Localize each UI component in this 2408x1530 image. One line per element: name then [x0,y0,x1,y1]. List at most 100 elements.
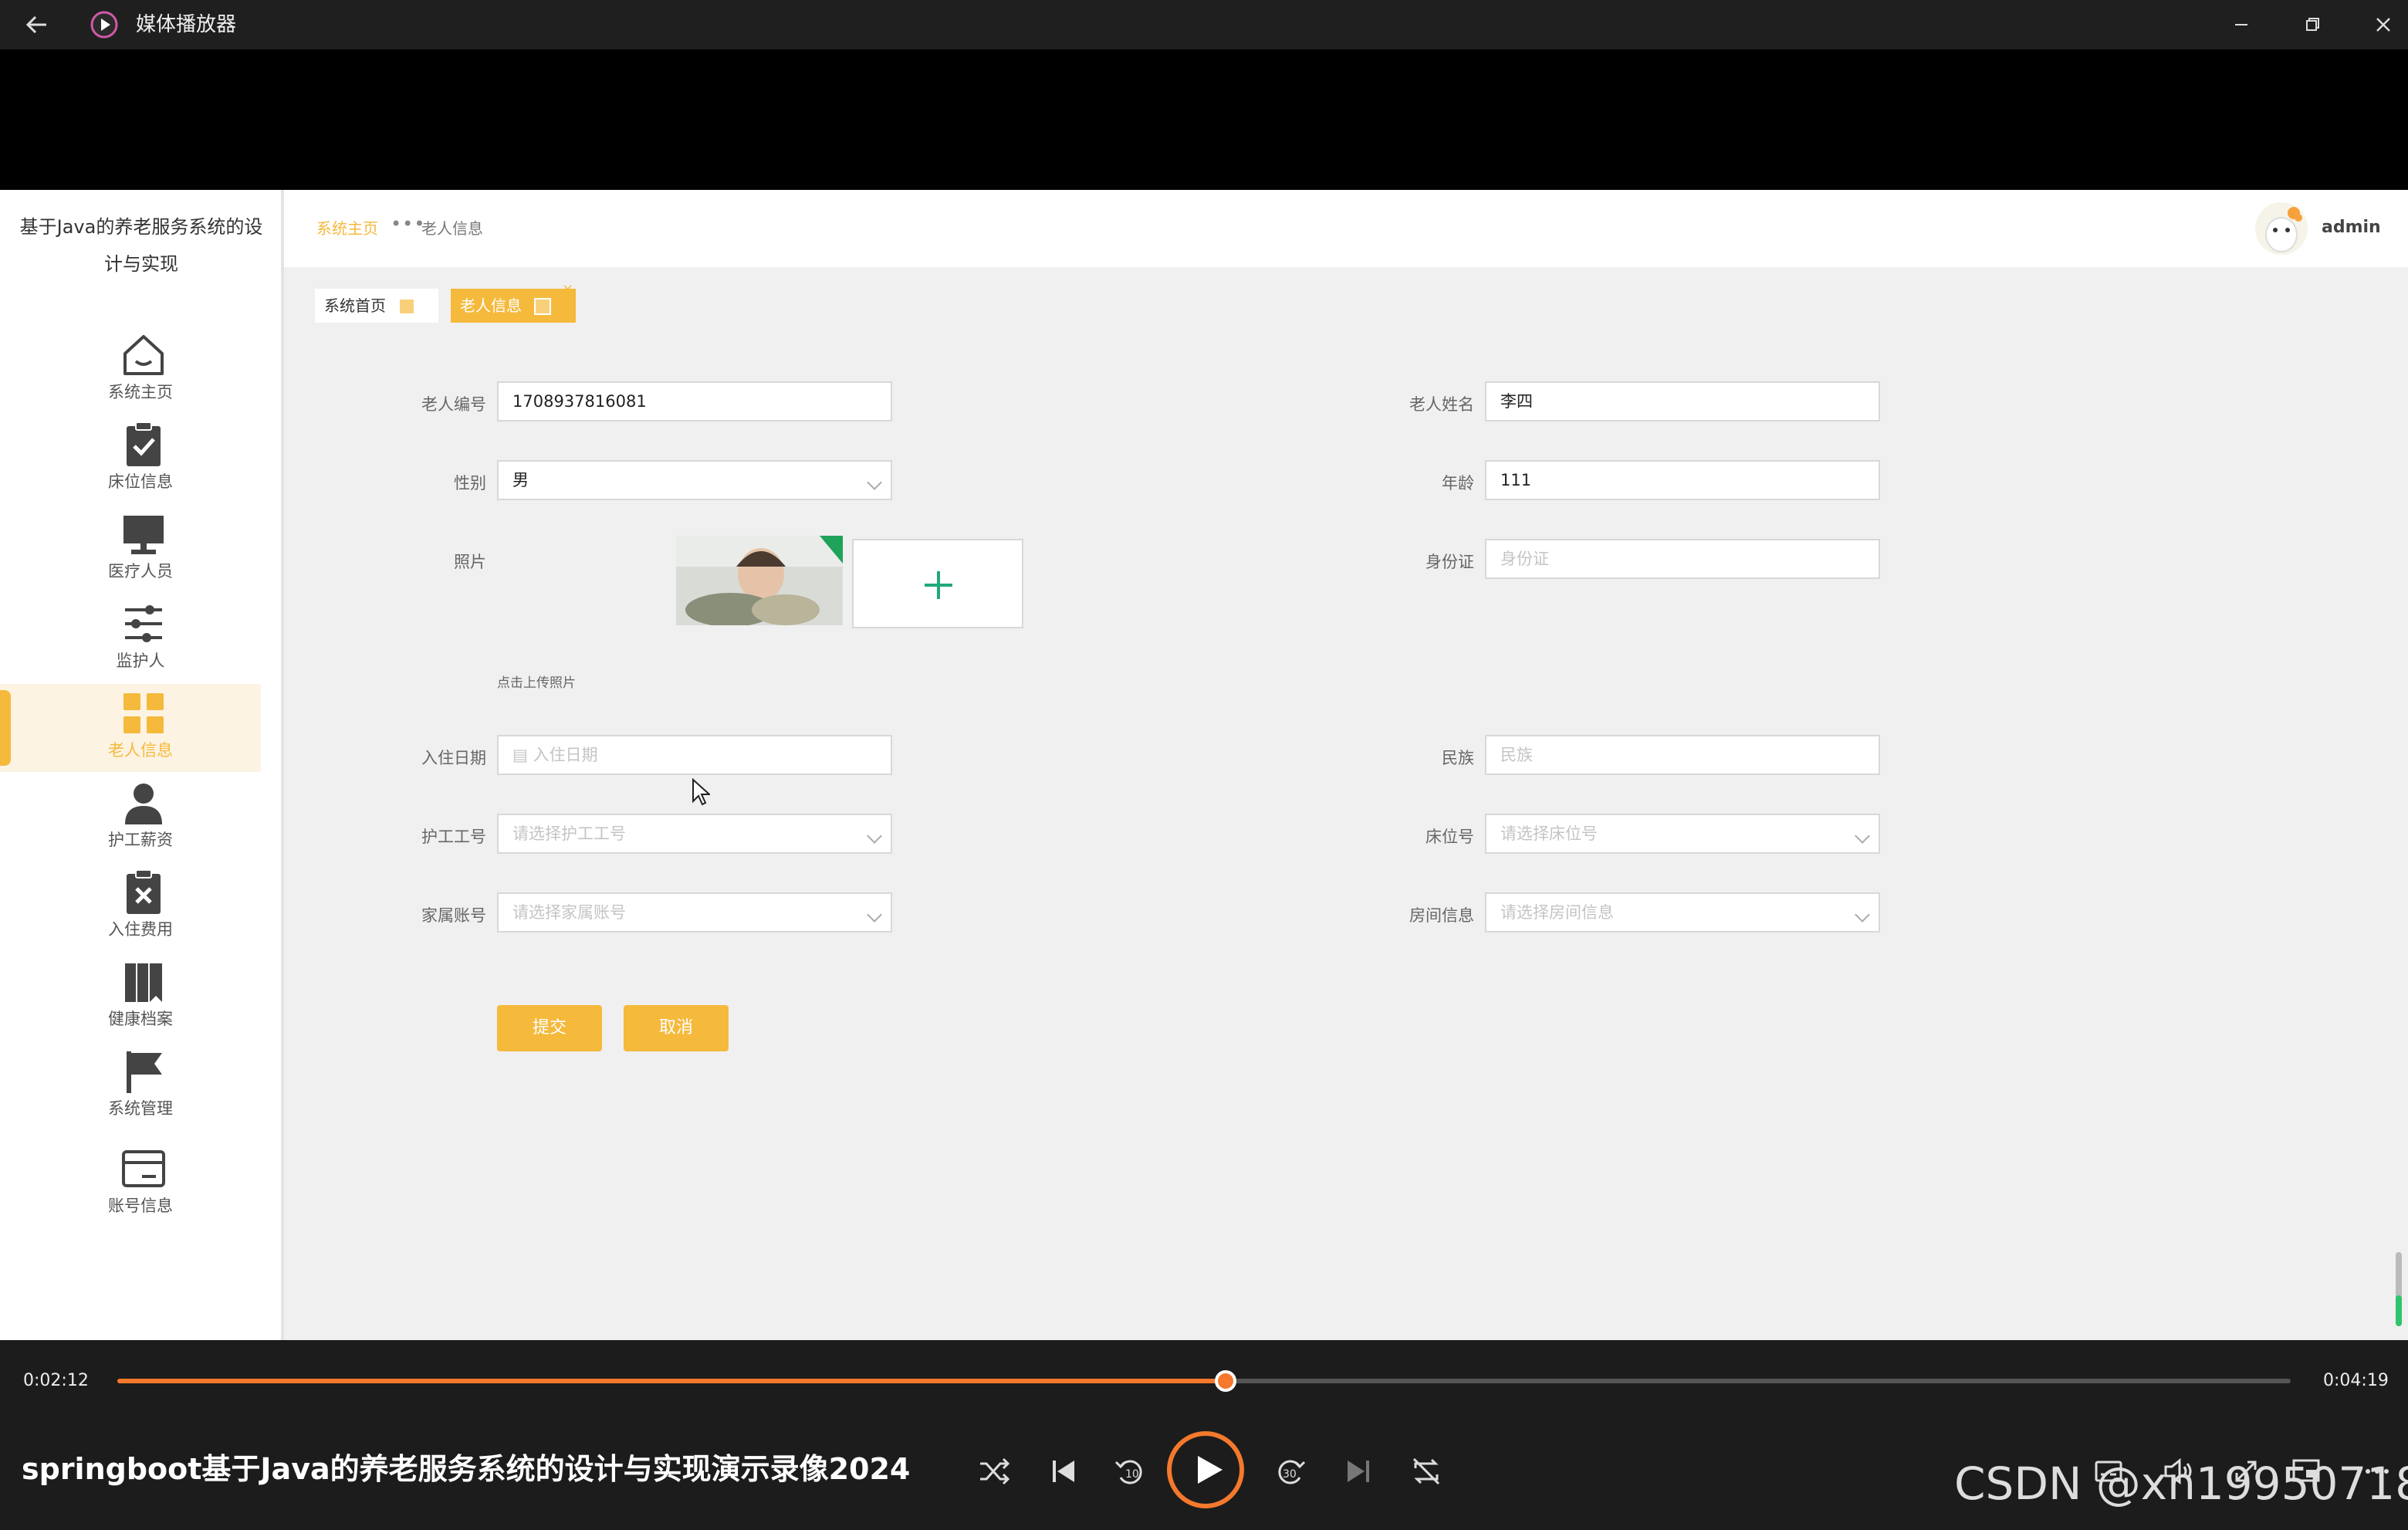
clipboard-check-icon [127,421,161,466]
seek-bar-handle[interactable] [1215,1370,1237,1392]
current-time: 0:02:12 [23,1371,89,1390]
ethnicity-input[interactable]: 民族 [1485,735,1880,775]
sidebar-item-medical-staff[interactable]: 医疗人员 [0,505,261,593]
play-button[interactable] [1167,1431,1244,1508]
checkin-date-picker[interactable]: ▤ 入住日期 [497,735,892,775]
submit-button[interactable]: 提交 [497,1005,602,1051]
tab-refresh-icon[interactable] [398,298,415,315]
sidebar-item-label: 床位信息 [108,472,173,491]
books-icon [125,963,162,1002]
sidebar-item-label: 健康档案 [108,1010,173,1028]
monitor-icon [123,516,164,554]
sidebar-item-health-records[interactable]: 健康档案 [0,953,261,1041]
sidebar-item-label: 老人信息 [108,741,173,760]
player-controls: 0:02:12 0:04:19 springboot基于Java的养老服务系统的… [0,1340,2408,1530]
checkin-date-placeholder: 入住日期 [533,746,598,764]
minimize-icon[interactable] [2226,9,2257,40]
sidebar-item-caregiver-salary[interactable]: 护工薪资 [0,773,261,861]
caregiver-no-label: 护工工号 [421,828,486,846]
sidebar-item-system-management[interactable]: 系统管理 [0,1042,261,1130]
calendar-icon: ▤ [512,746,533,764]
top-header: 系统主页 ••• 老人信息 admin [284,190,2408,267]
breadcrumb-current: 老人信息 [421,219,483,238]
repeat-off-icon[interactable] [1406,1451,1446,1491]
chevron-down-icon [867,907,882,922]
plus-icon [925,571,952,599]
flag-icon [127,1051,162,1093]
caregiver-no-placeholder: 请选择护工工号 [512,824,626,843]
tab-close-icon[interactable]: × [562,281,573,297]
window-title: 媒体播放器 [136,13,237,36]
photo-label: 照片 [454,553,486,571]
cancel-button[interactable]: 取消 [624,1005,729,1051]
tab-home[interactable]: 系统首页 [315,289,438,323]
gender-label: 性别 [454,474,486,493]
sidebar-item-label: 监护人 [116,652,165,670]
elder-id-label: 老人编号 [421,395,486,414]
breadcrumb-home-link[interactable]: 系统主页 [316,216,378,239]
video-title: springboot基于Java的养老服务系统的设计与实现演示录像2024 [22,1452,911,1486]
window-titlebar: 媒体播放器 [0,0,2408,49]
card-icon [122,1150,165,1187]
checkin-date-label: 入住日期 [421,749,486,767]
previous-track-icon[interactable] [1043,1451,1084,1491]
elder-name-label: 老人姓名 [1409,395,1474,414]
age-label: 年龄 [1442,474,1474,493]
uploaded-photo-thumbnail[interactable] [676,536,843,625]
room-info-placeholder: 请选择房间信息 [1500,903,1614,922]
age-input[interactable]: 111 [1485,460,1880,500]
total-time: 0:04:19 [2323,1371,2389,1390]
caregiver-no-select[interactable]: 请选择护工工号 [497,814,892,854]
clipboard-x-icon [127,869,161,914]
room-info-select[interactable]: 请选择房间信息 [1485,892,1880,933]
sidebar-item-checkin-fees[interactable]: 入住费用 [0,863,261,951]
sidebar-item-label: 入住费用 [108,920,173,939]
sidebar-item-beds[interactable]: 床位信息 [0,415,261,503]
sidebar-item-home[interactable]: 系统主页 [0,326,261,414]
next-track-icon[interactable] [1338,1451,1378,1491]
site-title: 基于Java的养老服务系统的设计与实现 [19,216,263,275]
tab-refresh-icon[interactable] [534,298,551,315]
seek-bar-progress [117,1379,1226,1383]
forward-30-icon[interactable]: 30 [1270,1451,1311,1491]
rewind-10-icon[interactable]: 10 [1110,1451,1150,1491]
bed-no-select[interactable]: 请选择床位号 [1485,814,1880,854]
seek-bar[interactable] [117,1370,2291,1392]
elder-id-input[interactable]: 1708937816081 [497,381,892,421]
sidebar-item-guardians[interactable]: 监护人 [0,594,261,682]
ethnicity-label: 民族 [1442,749,1474,767]
chevron-down-icon [1855,828,1870,844]
id-card-input[interactable]: 身份证 [1485,539,1880,579]
upload-hint: 点击上传照片 [497,675,576,691]
bed-no-label: 床位号 [1426,828,1474,846]
breadcrumb-separator: ••• [391,213,426,235]
sidebar-item-label: 护工薪资 [108,831,173,849]
svg-text:10: 10 [1125,1468,1139,1481]
chevron-down-icon [867,828,882,844]
username[interactable]: admin [2322,218,2381,237]
gender-value: 男 [512,471,529,489]
elder-name-input[interactable]: 李四 [1485,381,1880,421]
chevron-down-icon [1855,907,1870,922]
grid-icon [123,693,164,733]
restore-icon[interactable] [2297,9,2328,40]
person-icon [125,784,162,824]
sidebar-item-account-info[interactable]: 账号信息 [0,1139,261,1227]
gender-select[interactable]: 男 [497,460,892,500]
shuffle-icon[interactable] [974,1451,1014,1491]
tab-label: 老人信息 [460,296,522,315]
tab-elder-info[interactable]: 老人信息 [451,289,576,323]
close-icon[interactable] [2368,9,2399,40]
family-account-select[interactable]: 请选择家属账号 [497,892,892,933]
user-avatar[interactable] [2254,201,2309,256]
home-icon [123,335,164,375]
photo-upload-button[interactable] [852,539,1023,628]
sidebar-item-label: 系统管理 [108,1099,173,1118]
back-arrow-icon[interactable] [22,9,52,40]
sidebar-item-elder-info[interactable]: 老人信息 [0,684,261,772]
sidebar-item-label: 账号信息 [108,1197,173,1215]
chevron-down-icon [867,475,882,490]
volume-level-indicator [2396,1252,2402,1326]
csdn-watermark: CSDN @xn19950718 [1954,1457,2408,1510]
sliders-icon [125,605,162,642]
